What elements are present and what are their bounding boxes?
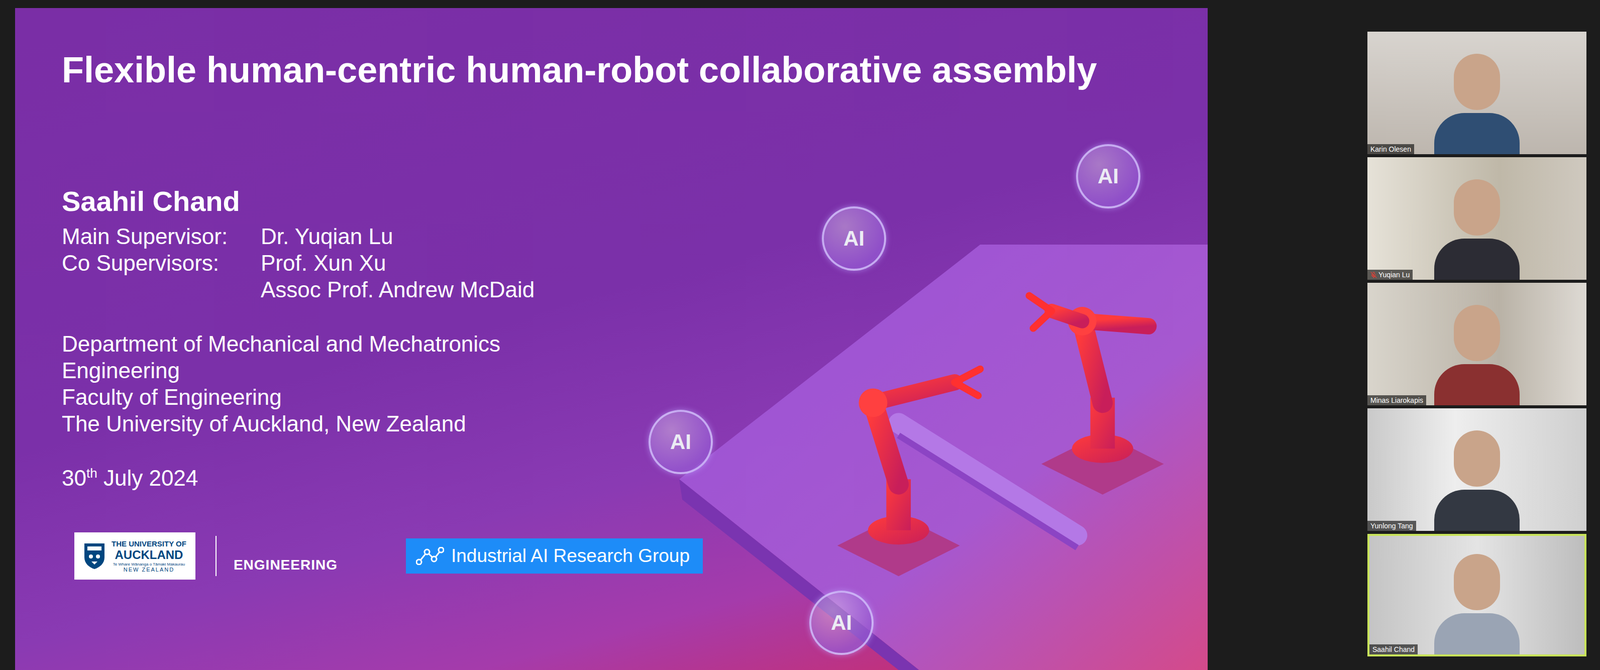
- participant-video: [1434, 179, 1520, 280]
- shared-slide: AI AI AI AI Flexible human-centric human-rob…: [15, 8, 1208, 670]
- university-crest-icon: [83, 542, 106, 570]
- affiliation-line: Department of Mechanical and Mechatronic…: [61, 330, 1208, 358]
- slide-title: Flexible human-centric human-robot colla…: [61, 48, 1167, 92]
- participant-name: Karin Olesen: [1367, 144, 1415, 155]
- ai-bubble: AI: [1076, 144, 1141, 209]
- logo-row: THE UNIVERSITY OFAUCKLANDTe Whare Wānang…: [74, 532, 1208, 580]
- supervisor-name: Dr. Yuqian Lu: [260, 223, 1208, 250]
- muted-mic-icon: [1370, 271, 1377, 279]
- supervisor-name: Prof. Xun Xu: [260, 249, 1208, 277]
- meeting-window: AI AI AI AI Flexible human-centric human-rob…: [0, 0, 1600, 670]
- affiliation-line: Engineering: [61, 357, 1208, 384]
- participant-name: Minas Liarokapis: [1367, 395, 1427, 406]
- participant-name: Yuqian Lu: [1367, 269, 1413, 280]
- supervisor-role: Co Supervisors:: [61, 249, 261, 303]
- participant-video: [1434, 53, 1520, 155]
- participant-tile[interactable]: Saahil Chand: [1367, 534, 1587, 657]
- participant-name: Saahil Chand: [1369, 644, 1418, 655]
- network-icon: [415, 547, 445, 566]
- faculty-label: ENGINEERING: [233, 557, 338, 574]
- author-name: Saahil Chand: [61, 184, 1208, 219]
- participant-tile[interactable]: Minas Liarokapis: [1367, 282, 1587, 406]
- logo-divider: [215, 536, 217, 577]
- ai-bubble: AI: [648, 409, 713, 475]
- supervisor-name: Assoc Prof. Andrew McDaid: [260, 276, 1208, 303]
- participant-video: [1434, 554, 1520, 655]
- participant-tile[interactable]: Karin Olesen: [1367, 31, 1587, 155]
- presentation-date: 30thJuly 2024: [61, 464, 1208, 492]
- participant-panel: Karin Olesen Yuqian Lu Minas Liarokapis Yun…: [1367, 8, 1587, 670]
- supervisor-role: Main Supervisor:: [61, 223, 261, 250]
- participant-tile[interactable]: Yuqian Lu: [1367, 157, 1587, 280]
- university-logo: THE UNIVERSITY OFAUCKLANDTe Whare Wānang…: [74, 532, 196, 580]
- affiliation: Department of Mechanical and Mechatronic…: [61, 330, 1208, 438]
- ai-bubble: AI: [809, 590, 874, 656]
- supervisor-names: Dr. Yuqian Lu: [260, 223, 1208, 250]
- participant-video: [1434, 304, 1520, 406]
- supervisor-list: Main Supervisor:Dr. Yuqian LuCo Supervis…: [61, 223, 1208, 303]
- participant-tile[interactable]: Yunlong Tang: [1367, 408, 1587, 531]
- affiliation-line: The University of Auckland, New Zealand: [61, 410, 1208, 438]
- participant-name: Yunlong Tang: [1367, 520, 1417, 531]
- affiliation-line: Faculty of Engineering: [61, 383, 1208, 411]
- research-group-logo: Industrial AI Research Group: [405, 538, 703, 574]
- robot-illustration: [643, 142, 1208, 670]
- supervisor-names: Prof. Xun XuAssoc Prof. Andrew McDaid: [260, 249, 1208, 303]
- participant-video: [1434, 430, 1520, 531]
- ai-bubble: AI: [821, 206, 887, 271]
